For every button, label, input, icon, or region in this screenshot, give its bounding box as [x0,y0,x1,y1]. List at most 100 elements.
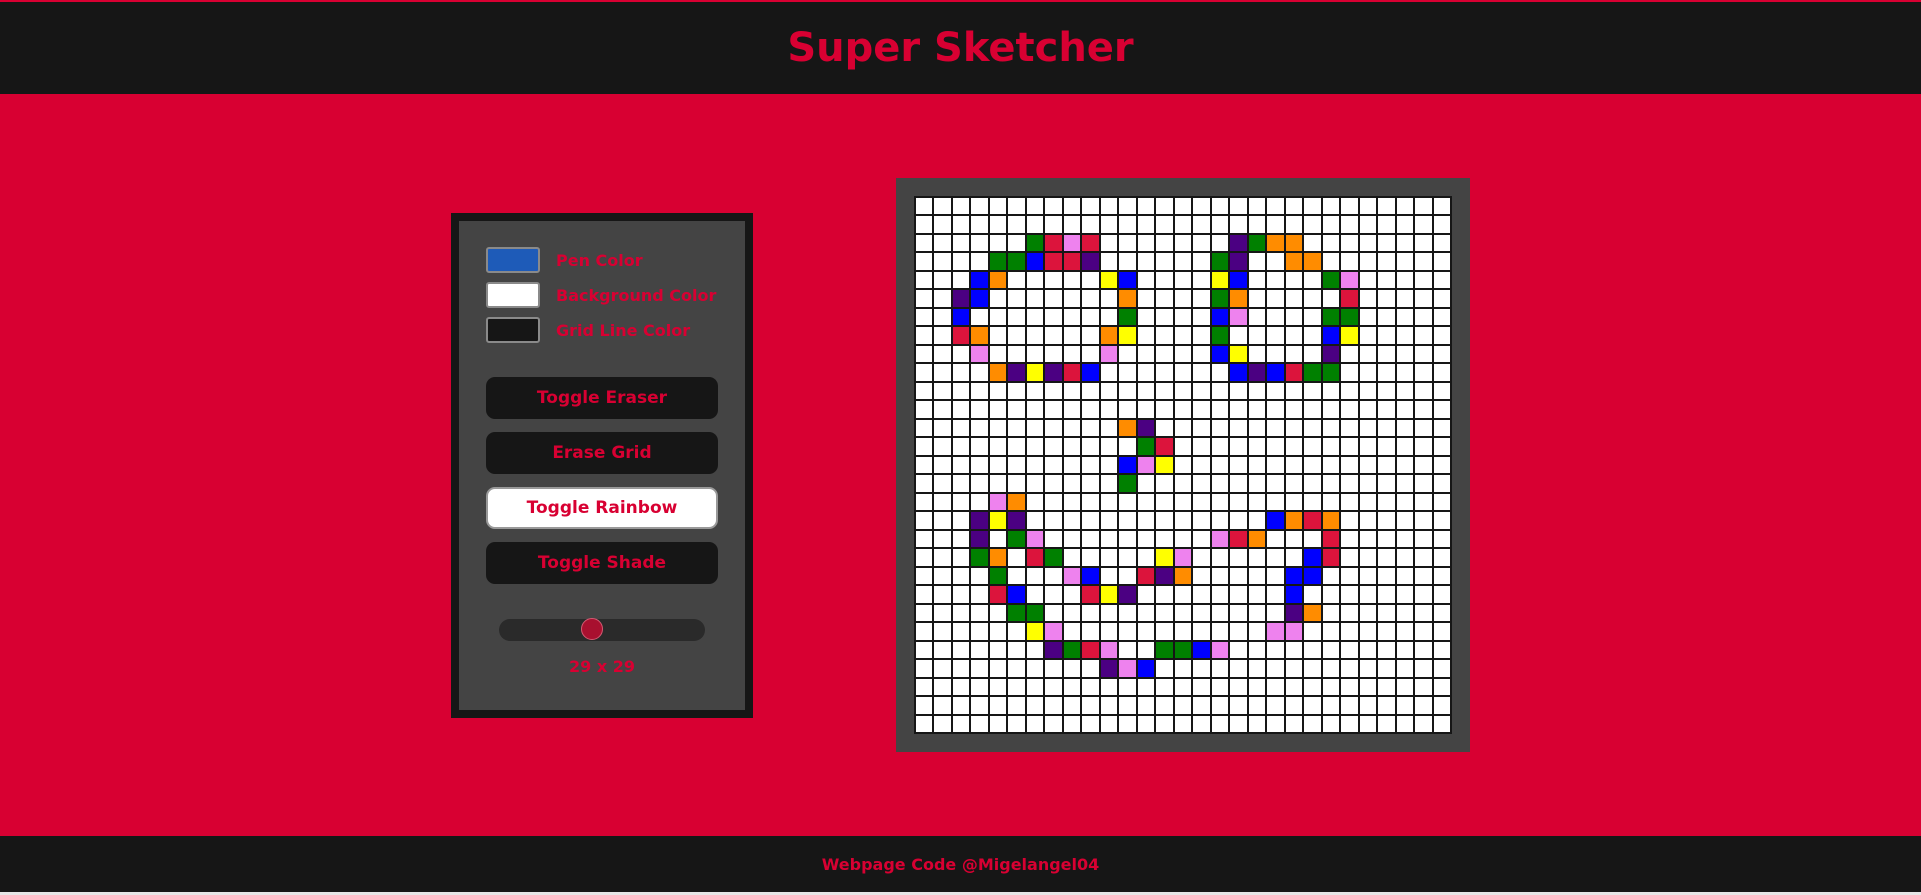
grid-cell[interactable] [1210,640,1230,660]
grid-cell[interactable] [1081,437,1100,456]
grid-cell[interactable] [1025,363,1045,382]
grid-cell[interactable] [1099,418,1119,438]
grid-cell[interactable] [1136,233,1156,253]
grid-cell[interactable] [988,659,1008,678]
grid-cell[interactable] [1395,215,1415,234]
grid-cell[interactable] [988,270,1008,290]
grid-cell[interactable] [1118,603,1137,623]
grid-cell[interactable] [1321,197,1341,216]
grid-cell[interactable] [1266,622,1285,641]
grid-cell[interactable] [1321,215,1341,234]
grid-cell[interactable] [1192,252,1211,271]
grid-cell[interactable] [1173,511,1193,530]
grid-cell[interactable] [915,566,934,586]
grid-cell[interactable] [970,585,989,604]
grid-cell[interactable] [1081,270,1100,290]
grid-cell[interactable] [970,640,989,660]
grid-cell[interactable] [1284,492,1304,512]
grid-cell[interactable] [1321,529,1341,549]
grid-cell[interactable] [1229,677,1248,697]
grid-cell[interactable] [1210,418,1230,438]
grid-cell[interactable] [1025,640,1045,660]
grid-cell[interactable] [988,381,1008,401]
grid-cell[interactable] [951,566,971,586]
grid-cell[interactable] [1395,603,1415,623]
grid-cell[interactable] [970,400,989,419]
grid-cell[interactable] [1044,548,1063,567]
grid-cell[interactable] [1340,714,1359,733]
grid-cell[interactable] [1118,696,1137,715]
grid-cell[interactable] [1025,400,1045,419]
grid-cell[interactable] [1358,381,1378,401]
grid-cell[interactable] [1118,400,1137,419]
grid-cell[interactable] [1414,344,1433,364]
grid-cell[interactable] [988,622,1008,641]
grid-cell[interactable] [1414,252,1433,271]
grid-cell[interactable] [1118,381,1137,401]
grid-cell[interactable] [1155,307,1174,327]
grid-cell[interactable] [970,363,989,382]
grid-cell[interactable] [1432,437,1451,456]
grid-cell[interactable] [1229,566,1248,586]
grid-cell[interactable] [1044,677,1063,697]
grid-cell[interactable] [1136,437,1156,456]
grid-cell[interactable] [1358,585,1378,604]
grid-cell[interactable] [1081,659,1100,678]
grid-cell[interactable] [1266,474,1285,493]
grid-cell[interactable] [1284,289,1304,308]
grid-cell[interactable] [988,363,1008,382]
grid-cell[interactable] [1321,677,1341,697]
grid-cell[interactable] [1303,437,1322,456]
grid-cell[interactable] [1340,344,1359,364]
grid-cell[interactable] [915,455,934,475]
grid-cell[interactable] [1303,197,1322,216]
grid-cell[interactable] [1210,492,1230,512]
grid-cell[interactable] [1155,455,1174,475]
grid-cell[interactable] [1395,418,1415,438]
grid-cell[interactable] [1358,307,1378,327]
grid-cell[interactable] [915,474,934,493]
grid-cell[interactable] [1247,307,1267,327]
grid-cell[interactable] [1099,511,1119,530]
grid-cell[interactable] [933,270,952,290]
grid-cell[interactable] [1099,492,1119,512]
grid-cell[interactable] [1007,289,1026,308]
grid-cell[interactable] [1081,252,1100,271]
grid-cell[interactable] [1395,696,1415,715]
grid-cell[interactable] [951,289,971,308]
grid-cell[interactable] [1377,566,1396,586]
grid-cell[interactable] [951,455,971,475]
grid-cell[interactable] [1377,696,1396,715]
grid-cell[interactable] [1210,197,1230,216]
grid-cell[interactable] [1321,696,1341,715]
grid-cell[interactable] [1155,197,1174,216]
grid-cell[interactable] [933,215,952,234]
grid-cell[interactable] [1062,215,1082,234]
grid-cell[interactable] [1358,622,1378,641]
grid-cell[interactable] [1062,344,1082,364]
grid-cell[interactable] [1377,548,1396,567]
grid-cell[interactable] [1432,270,1451,290]
grid-cell[interactable] [1081,714,1100,733]
grid-cell[interactable] [1136,640,1156,660]
grid-cell[interactable] [1266,400,1285,419]
grid-cell[interactable] [1284,566,1304,586]
grid-cell[interactable] [1432,252,1451,271]
grid-cell[interactable] [1192,659,1211,678]
grid-cell[interactable] [1118,714,1137,733]
grid-cell[interactable] [915,326,934,345]
grid-cell[interactable] [1044,270,1063,290]
grid-cell[interactable] [951,548,971,567]
grid-cell[interactable] [1284,714,1304,733]
grid-cell[interactable] [1062,381,1082,401]
grid-cell[interactable] [1192,511,1211,530]
grid-cell[interactable] [1192,289,1211,308]
grid-cell[interactable] [1173,233,1193,253]
grid-cell[interactable] [1007,418,1026,438]
grid-cell[interactable] [1025,381,1045,401]
grid-cell[interactable] [1395,437,1415,456]
grid-cell[interactable] [1062,437,1082,456]
grid-cell[interactable] [1321,418,1341,438]
grid-cell[interactable] [1118,548,1137,567]
grid-cell[interactable] [915,252,934,271]
